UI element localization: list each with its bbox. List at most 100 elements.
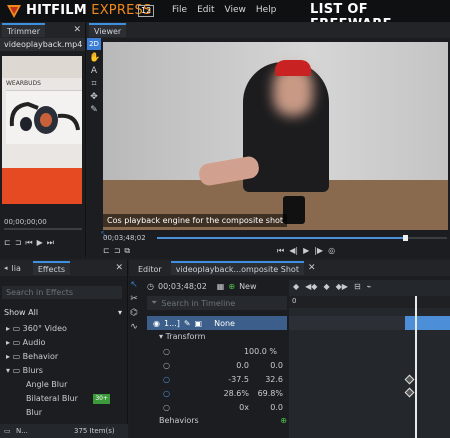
trimmer-scrubber[interactable]	[4, 228, 82, 230]
ripple-tool-icon[interactable]: ⌬	[129, 308, 139, 318]
arrow-left-icon[interactable]: ◂	[4, 264, 8, 272]
menu-edit[interactable]: Edit	[197, 5, 214, 15]
property-row[interactable]: ○ 0x 0.0	[147, 400, 287, 414]
marker-icon[interactable]: ◆	[293, 282, 299, 291]
keyframe-toggle-icon[interactable]: ○	[163, 375, 170, 384]
menu-help[interactable]: Help	[256, 5, 277, 15]
step-forward-frame-icon[interactable]: |▶	[314, 246, 323, 256]
effects-tree-label: Bilateral Blur	[26, 394, 78, 403]
key-icon[interactable]: ◆	[323, 282, 329, 291]
slice-tool-icon[interactable]: ✂	[129, 294, 139, 304]
timeline-search[interactable]: ⏷ Search in Timeline	[147, 296, 287, 310]
property-row[interactable]: ○ 100.0 %	[147, 344, 287, 358]
property-value-b[interactable]: 69.8%	[258, 389, 283, 398]
add-behavior-icon[interactable]: ⊕	[280, 416, 287, 425]
new-folder-icon[interactable]: ▭	[4, 424, 11, 438]
viewer-canvas[interactable]: Cos playback engine for the composite sh…	[103, 42, 448, 230]
effects-tree-item[interactable]: Bilateral Blur 30+	[2, 392, 120, 406]
keyframe-scale[interactable]	[404, 387, 415, 398]
keyframe-toggle-icon[interactable]: ○	[163, 347, 170, 356]
prev-key-icon[interactable]: ◀◆	[305, 282, 317, 291]
insert-icon[interactable]: ⊏	[4, 238, 11, 248]
tab-editor[interactable]: Editor	[133, 261, 167, 275]
tab-viewer[interactable]: Viewer	[89, 23, 127, 37]
lock-icon[interactable]: ▣	[195, 319, 203, 328]
overlay-icon[interactable]: ⊐	[15, 238, 22, 248]
add-layer-icon[interactable]: ⊕	[228, 282, 235, 291]
pen-tool-icon[interactable]: ✎	[89, 105, 99, 115]
curve-icon[interactable]: ⌁	[367, 282, 372, 291]
property-value-a[interactable]: -37.5	[228, 375, 249, 384]
property-value-a[interactable]: 0x	[239, 403, 249, 412]
effects-tree-item[interactable]: ▸ ▭ Behavior	[2, 350, 120, 364]
tab-trimmer[interactable]: Trimmer	[2, 23, 46, 37]
play-icon[interactable]: ▶	[37, 238, 43, 248]
property-row[interactable]: ○ 28.6% 69.8%	[147, 386, 287, 400]
menu-bar: File Edit View Help	[172, 5, 276, 15]
mode-2d-button[interactable]: 2D	[87, 38, 101, 50]
skip-start-icon[interactable]: ⏮	[277, 246, 284, 256]
layer-clip-bar[interactable]	[405, 316, 450, 330]
blend-mode[interactable]: None	[214, 319, 235, 328]
link-tool-icon[interactable]: ∿	[129, 322, 139, 332]
effects-tree-item[interactable]: ▸ ▭ 360° Video	[2, 322, 120, 336]
keyframe-position[interactable]	[404, 374, 415, 385]
overlay-clip-icon[interactable]: ⊐	[114, 246, 121, 256]
tab-media[interactable]: lia	[12, 264, 21, 273]
effects-search-input[interactable]: Search in Effects	[2, 286, 122, 299]
playhead-handle[interactable]	[403, 235, 408, 241]
effects-tree-item[interactable]: Blur	[2, 406, 120, 420]
zoom-icon[interactable]: ⊟	[354, 282, 361, 291]
timeline-area[interactable]: ◆ ◀◆ ◆ ◆▶ ⊟ ⌁ 0	[289, 280, 450, 438]
effects-tree-item[interactable]: ▸ ▭ Audio	[2, 336, 120, 350]
step-back-icon[interactable]: ⏮	[25, 238, 32, 248]
text-tool-icon[interactable]: A	[89, 66, 99, 76]
close-shot-icon[interactable]: ✕	[308, 263, 316, 273]
layer-row[interactable]: ◉ 1...] ✎ ▣ None	[147, 316, 287, 330]
property-value-b[interactable]: 0.0	[270, 361, 283, 370]
property-row[interactable]: ○ -37.5 32.6	[147, 372, 287, 386]
keyframe-toggle-icon[interactable]: ○	[163, 361, 170, 370]
property-value-b[interactable]: 32.6	[265, 375, 283, 384]
insert-clip-icon[interactable]: ⊏	[103, 246, 110, 256]
close-icon[interactable]: ✕	[73, 25, 81, 35]
pen-icon[interactable]: ✎	[184, 319, 191, 328]
menu-view[interactable]: View	[225, 5, 246, 15]
viewer-scrubber[interactable]	[157, 235, 447, 241]
tab-effects[interactable]: Effects	[32, 261, 71, 275]
new-layer-button[interactable]: New	[239, 282, 256, 291]
property-value-a[interactable]: 28.6%	[224, 389, 249, 398]
close-effects-icon[interactable]: ✕	[115, 263, 123, 273]
export-frame-icon[interactable]: ⧉	[124, 246, 130, 256]
next-key-icon[interactable]: ◆▶	[336, 282, 348, 291]
hand-tool-icon[interactable]: ✋	[89, 53, 100, 63]
move-tool-icon[interactable]: ✥	[89, 92, 99, 102]
effects-tree-item[interactable]: Angle Blur	[2, 378, 120, 392]
timeline-playhead[interactable]	[415, 296, 417, 438]
property-value-b[interactable]: 0.0	[270, 403, 283, 412]
crop-tool-icon[interactable]: ⌗	[89, 79, 99, 89]
trimmer-header: Trimmer ✕	[0, 22, 85, 38]
select-tool-icon[interactable]: ↖	[129, 280, 139, 290]
eye-icon[interactable]: ◉	[153, 319, 160, 328]
property-value-a[interactable]: 0.0	[236, 361, 249, 370]
step-back-frame-icon[interactable]: ◀|	[289, 246, 298, 256]
menu-file[interactable]: File	[172, 5, 187, 15]
keyframe-toggle-icon[interactable]: ○	[163, 403, 170, 412]
property-value-a[interactable]: 100.0 %	[244, 347, 277, 356]
tab-composite-shot[interactable]: videoplayback...omposite Shot	[170, 261, 304, 275]
effects-tree-label: Behavior	[22, 352, 59, 361]
editor-panel: Editor videoplayback...omposite Shot ✕ ↖…	[129, 260, 450, 438]
transform-group[interactable]: ▾ Transform	[159, 332, 205, 341]
loop-icon[interactable]: ◎	[328, 246, 335, 256]
viewer-header: Viewer	[87, 22, 450, 38]
grid-icon[interactable]: ▦	[217, 282, 225, 291]
play-button-icon[interactable]: ▶	[303, 246, 309, 256]
keyframe-toggle-icon[interactable]: ○	[163, 389, 170, 398]
show-all-dropdown[interactable]: Show All ▾	[4, 308, 122, 317]
show-all-label: Show All	[4, 308, 39, 317]
step-forward-icon[interactable]: ⏭	[47, 238, 54, 248]
property-row[interactable]: ○ 0.0 0.0	[147, 358, 287, 372]
effects-tree-item[interactable]: ▾ ▭ Blurs	[2, 364, 120, 378]
timeline-ruler[interactable]: 0	[289, 296, 450, 308]
